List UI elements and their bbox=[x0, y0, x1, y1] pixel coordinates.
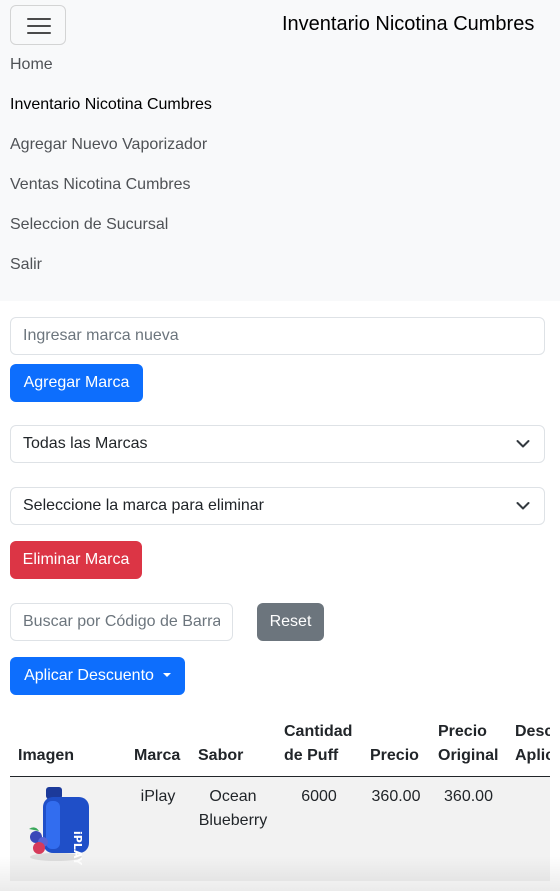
navbar-brand[interactable]: Inventario Nicotina Cumbres bbox=[282, 13, 534, 36]
column-header-precio-original: Precio Original bbox=[430, 712, 507, 777]
chevron-down-icon bbox=[516, 440, 530, 448]
brand-filter-select[interactable]: Todas las Marcas bbox=[10, 425, 545, 463]
barcode-search-input[interactable] bbox=[10, 603, 233, 641]
nav-item-seleccion-sucursal[interactable]: Seleccion de Sucursal bbox=[10, 205, 212, 245]
table-row[interactable]: iPLAY iPlay Ocean Blueberry 6000 360.00 … bbox=[10, 776, 550, 881]
cell-precio-original: 360.00 bbox=[430, 776, 507, 881]
chevron-down-icon bbox=[516, 502, 530, 510]
inventory-table-container[interactable]: Imagen Marca Sabor Cantidad de Puff Prec… bbox=[10, 712, 550, 891]
delete-brand-select[interactable]: Seleccione la marca para eliminar bbox=[10, 487, 545, 525]
column-header-descuento: Descuento Aplicado bbox=[507, 712, 550, 777]
column-header-puff: Cantidad de Puff bbox=[276, 712, 362, 777]
delete-brand-selected: Seleccione la marca para eliminar bbox=[23, 497, 264, 514]
nav-item-inventario[interactable]: Inventario Nicotina Cumbres bbox=[10, 85, 212, 125]
navbar: Inventario Nicotina Cumbres Home Inventa… bbox=[0, 0, 560, 301]
table-header-row: Imagen Marca Sabor Cantidad de Puff Prec… bbox=[10, 712, 550, 777]
column-header-imagen: Imagen bbox=[10, 712, 126, 777]
cell-precio: 360.00 bbox=[362, 776, 430, 881]
apply-discount-label: Aplicar Descuento bbox=[24, 667, 154, 684]
nav-item-home[interactable]: Home bbox=[10, 45, 212, 85]
cell-puffs: 6000 bbox=[276, 776, 362, 881]
hamburger-menu-icon bbox=[27, 17, 51, 35]
nav-item-agregar-vaporizador[interactable]: Agregar Nuevo Vaporizador bbox=[10, 125, 212, 165]
nav-item-salir[interactable]: Salir bbox=[10, 245, 212, 285]
svg-text:iPLAY: iPLAY bbox=[71, 831, 84, 865]
cell-marca: iPlay bbox=[126, 776, 190, 881]
caret-down-icon bbox=[162, 673, 171, 677]
nav-menu: Home Inventario Nicotina Cumbres Agregar… bbox=[10, 45, 212, 285]
new-brand-input[interactable] bbox=[10, 317, 545, 355]
product-image-cell: iPLAY bbox=[10, 776, 126, 881]
reset-button[interactable]: Reset bbox=[257, 603, 324, 641]
vape-product-image: iPLAY bbox=[29, 787, 89, 866]
apply-discount-dropdown-button[interactable]: Aplicar Descuento bbox=[10, 657, 185, 695]
brand-filter-selected: Todas las Marcas bbox=[23, 435, 148, 452]
column-header-marca: Marca bbox=[126, 712, 190, 777]
cell-sabor: Ocean Blueberry bbox=[190, 776, 276, 881]
column-header-precio: Precio bbox=[362, 712, 430, 777]
inventory-table: Imagen Marca Sabor Cantidad de Puff Prec… bbox=[10, 712, 550, 881]
navbar-toggler-button[interactable] bbox=[10, 5, 66, 45]
column-header-sabor: Sabor bbox=[190, 712, 276, 777]
delete-brand-button[interactable]: Eliminar Marca bbox=[10, 541, 142, 579]
cell-descuento bbox=[507, 776, 550, 881]
nav-item-ventas[interactable]: Ventas Nicotina Cumbres bbox=[10, 165, 212, 205]
add-brand-button[interactable]: Agregar Marca bbox=[10, 364, 143, 402]
